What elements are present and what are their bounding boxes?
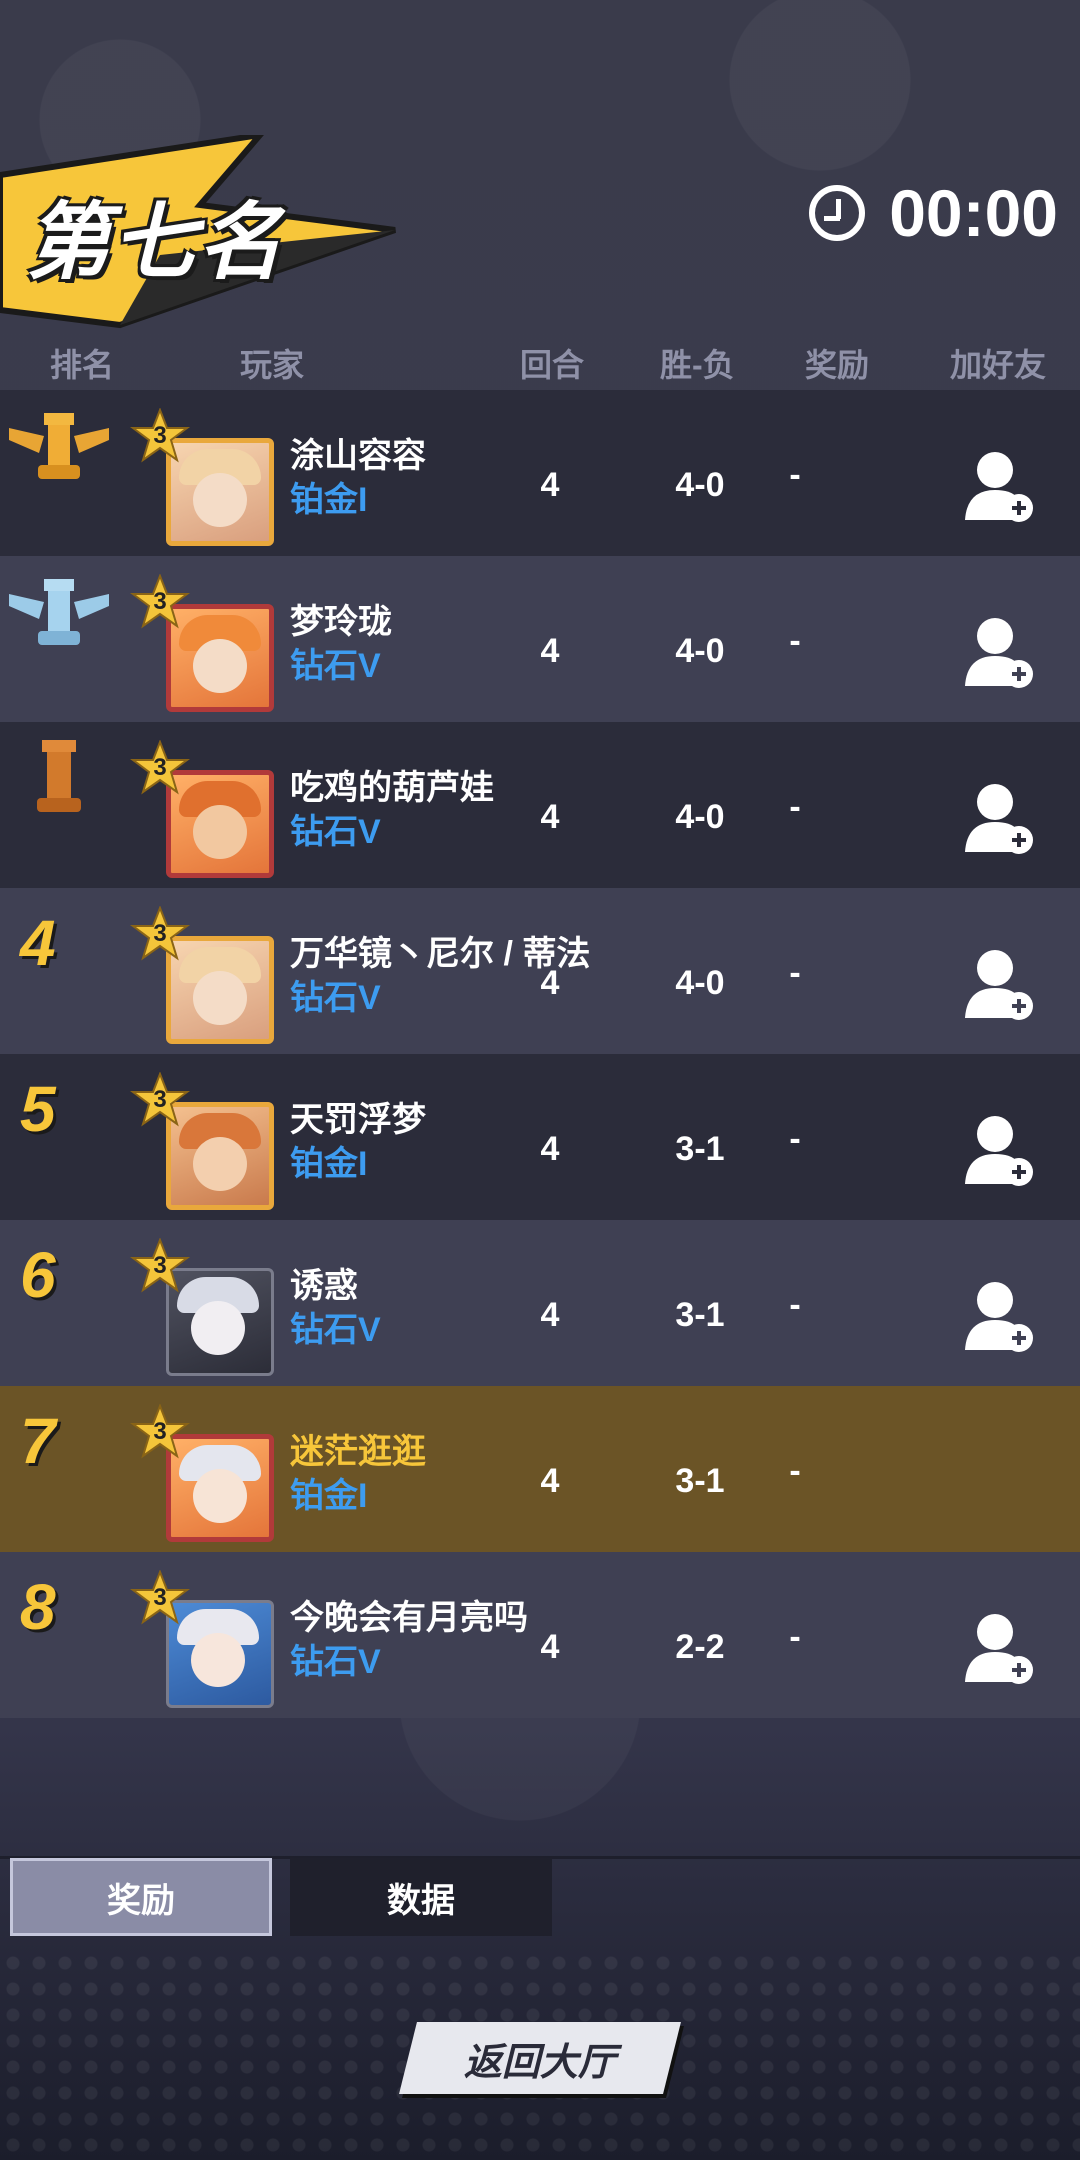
record-value: 3-1 bbox=[675, 1462, 725, 1500]
player-name: 天罚浮梦 bbox=[290, 1101, 426, 1139]
player-row-self: 7 3 迷茫逛逛 铂金I 4 3-1 - bbox=[0, 1386, 1080, 1552]
player-tier: 铂金I bbox=[290, 481, 368, 519]
gold-medal-icon bbox=[9, 413, 109, 479]
tab-data[interactable]: 数据 bbox=[290, 1858, 552, 1936]
reward-value: - bbox=[789, 1286, 801, 1324]
player-row: 6 3 诱惑 钻石V 4 3-1 - bbox=[0, 1220, 1080, 1386]
record-value: 4-0 bbox=[675, 466, 725, 504]
star-level: 3 bbox=[153, 1252, 167, 1279]
player-row: 4 3 万华镜丶尼尔 / 蒂法 钻石V 4 4-0 - bbox=[0, 888, 1080, 1054]
player-avatar[interactable]: 3 bbox=[130, 1072, 280, 1222]
record-value: 4-0 bbox=[675, 964, 725, 1002]
rounds-value: 4 bbox=[540, 466, 560, 504]
record-value: 3-1 bbox=[675, 1130, 725, 1168]
add-friend-icon[interactable] bbox=[965, 616, 1035, 688]
player-tier: 钻石V bbox=[290, 1311, 381, 1349]
add-friend-icon[interactable] bbox=[965, 1114, 1035, 1186]
player-avatar[interactable]: 3 bbox=[130, 740, 280, 890]
player-tier: 铂金I bbox=[290, 1145, 368, 1183]
star-level: 3 bbox=[153, 588, 167, 615]
column-header-player: 玩家 bbox=[240, 347, 305, 383]
add-friend-icon[interactable] bbox=[965, 782, 1035, 854]
player-row: 3 吃鸡的葫芦娃 钻石V 4 4-0 - bbox=[0, 722, 1080, 888]
rounds-value: 4 bbox=[540, 798, 560, 836]
player-tier: 钻石V bbox=[290, 1643, 381, 1681]
rounds-value: 4 bbox=[540, 1628, 560, 1666]
rank-number: 6 bbox=[20, 1239, 56, 1311]
star-level: 3 bbox=[153, 1584, 167, 1611]
reward-value: - bbox=[789, 1452, 801, 1490]
star-level: 3 bbox=[153, 422, 167, 449]
player-name: 涂山容容 bbox=[290, 437, 426, 475]
rank-number: 7 bbox=[20, 1405, 56, 1477]
rank-number: 8 bbox=[20, 1571, 56, 1643]
timer-text: 00:00 bbox=[889, 176, 1058, 250]
rounds-value: 4 bbox=[540, 1462, 560, 1500]
column-header-add-friend: 加好友 bbox=[950, 347, 1047, 383]
player-row: 5 3 天罚浮梦 铂金I 4 3-1 - bbox=[0, 1054, 1080, 1220]
player-tier: 钻石V bbox=[290, 813, 381, 851]
player-name: 诱惑 bbox=[290, 1267, 358, 1305]
tab-rewards[interactable]: 奖励 bbox=[10, 1858, 272, 1936]
player-avatar[interactable]: 3 bbox=[130, 1570, 280, 1720]
star-level: 3 bbox=[153, 1418, 167, 1445]
record-value: 2-2 bbox=[675, 1628, 725, 1666]
placement-title: 第七名 bbox=[26, 195, 285, 289]
timer: 00:00 bbox=[809, 175, 1058, 251]
rank-number: 4 bbox=[20, 907, 56, 979]
return-lobby-button[interactable]: 返回大厅 bbox=[399, 2022, 681, 2094]
player-tier: 钻石V bbox=[290, 979, 381, 1017]
reward-value: - bbox=[789, 456, 801, 494]
silver-medal-icon bbox=[9, 579, 109, 645]
player-avatar[interactable]: 3 bbox=[130, 1238, 280, 1388]
player-tier: 铂金I bbox=[290, 1477, 368, 1515]
return-lobby-label: 返回大厅 bbox=[463, 2041, 616, 2084]
add-friend-icon[interactable] bbox=[965, 450, 1035, 522]
rounds-value: 4 bbox=[540, 1296, 560, 1334]
star-level: 3 bbox=[153, 920, 167, 947]
add-friend-icon[interactable] bbox=[965, 1280, 1035, 1352]
reward-value: - bbox=[789, 1120, 801, 1158]
add-friend-icon[interactable] bbox=[965, 1612, 1035, 1684]
column-header-rank: 排名 bbox=[50, 347, 115, 383]
player-tier: 钻石V bbox=[290, 647, 381, 685]
player-avatar[interactable]: 3 bbox=[130, 408, 280, 558]
rounds-value: 4 bbox=[540, 1130, 560, 1168]
record-value: 4-0 bbox=[675, 632, 725, 670]
player-name: 梦玲珑 bbox=[290, 603, 392, 641]
rounds-value: 4 bbox=[540, 632, 560, 670]
player-row: 3 涂山容容 铂金I 4 4-0 - bbox=[0, 390, 1080, 556]
rounds-value: 4 bbox=[540, 964, 560, 1002]
star-level: 3 bbox=[153, 1086, 167, 1113]
add-friend-icon[interactable] bbox=[965, 948, 1035, 1020]
player-name: 今晚会有月亮吗 bbox=[290, 1599, 528, 1637]
record-value: 3-1 bbox=[675, 1296, 725, 1334]
player-avatar[interactable]: 3 bbox=[130, 906, 280, 1056]
player-row: 3 梦玲珑 钻石V 4 4-0 - bbox=[0, 556, 1080, 722]
clock-icon bbox=[809, 185, 866, 241]
player-name: 迷茫逛逛 bbox=[290, 1433, 426, 1471]
star-level: 3 bbox=[153, 754, 167, 781]
player-name: 吃鸡的葫芦娃 bbox=[290, 769, 494, 807]
bronze-medal-icon bbox=[37, 740, 81, 812]
reward-value: - bbox=[789, 622, 801, 660]
player-row: 8 3 今晚会有月亮吗 钻石V 4 2-2 - bbox=[0, 1552, 1080, 1718]
reward-value: - bbox=[789, 954, 801, 992]
record-value: 4-0 bbox=[675, 798, 725, 836]
rank-number: 5 bbox=[20, 1073, 56, 1145]
column-header-rounds: 回合 bbox=[520, 347, 585, 383]
player-avatar[interactable]: 3 bbox=[130, 1404, 280, 1554]
player-avatar[interactable]: 3 bbox=[130, 574, 280, 724]
column-header-record: 胜-负 bbox=[660, 347, 735, 383]
column-header-reward: 奖励 bbox=[805, 347, 870, 383]
reward-value: - bbox=[789, 1618, 801, 1656]
reward-value: - bbox=[789, 788, 801, 826]
